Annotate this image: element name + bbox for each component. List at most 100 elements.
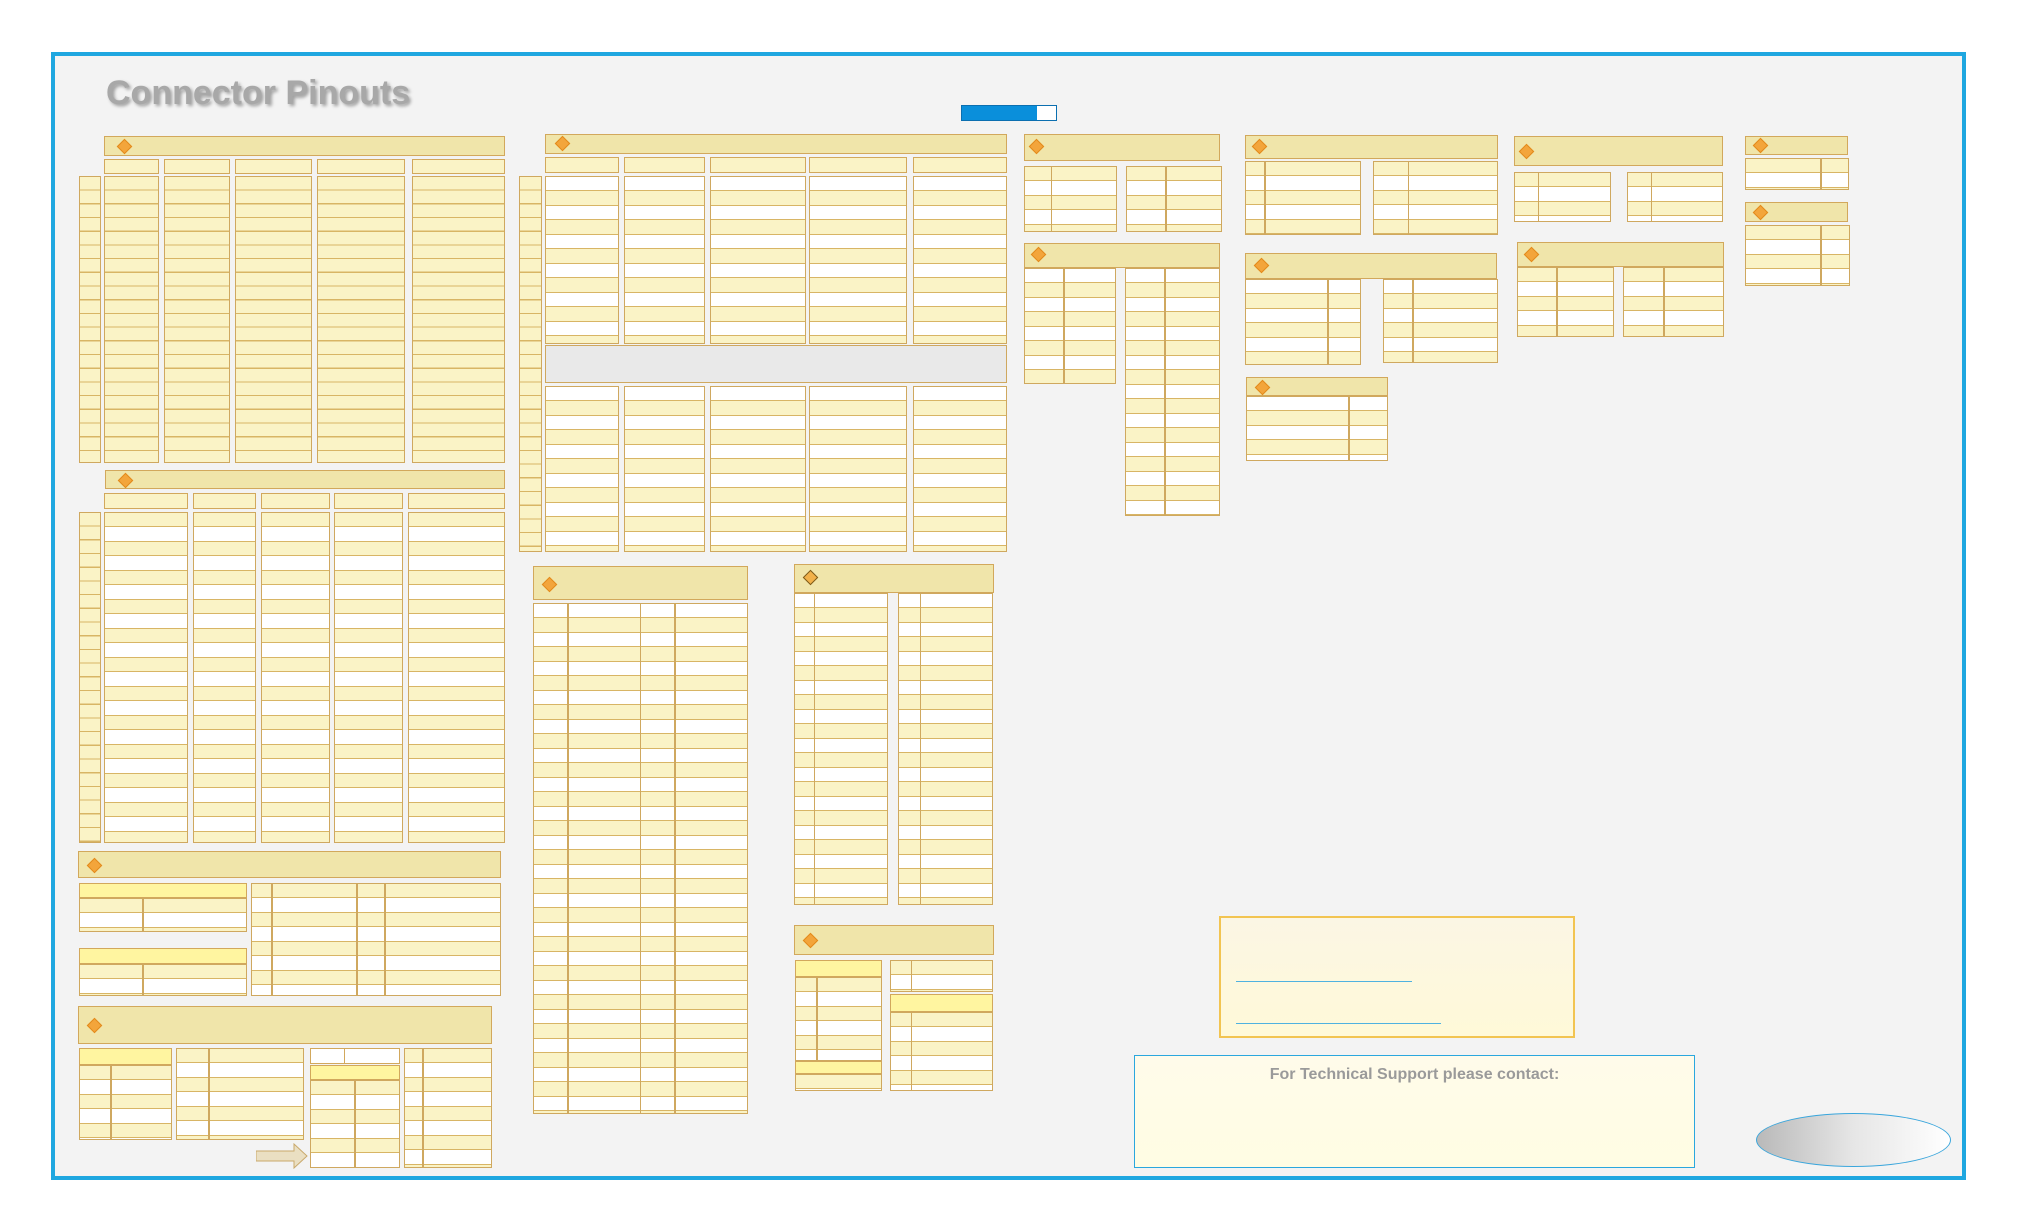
diamond-icon[interactable] (1253, 257, 1270, 274)
diamond-icon[interactable] (117, 472, 134, 489)
connector-panel-17-column-2 (111, 1065, 172, 1140)
diamond-icon[interactable] (1523, 246, 1540, 263)
connector-panel-3-column-1 (545, 386, 619, 552)
connector-panel-17-column-2 (423, 1048, 492, 1168)
support-text: For Technical Support please contact: (1269, 1066, 1560, 1083)
connector-panel-8-column-1 (1125, 268, 1165, 516)
connector-panel-17-column-1 (176, 1048, 209, 1140)
connector-panel-10-column-2 (1328, 279, 1361, 365)
action-button[interactable] (1756, 1113, 1951, 1167)
connector-panel-6-column-1 (890, 960, 912, 992)
connector-panel-15-column-1 (1745, 225, 1821, 286)
connector-panel-2-column-3 (261, 512, 330, 843)
connector-panel-1-col-header-3 (235, 159, 312, 174)
connector-panel-16-column-2 (143, 964, 247, 996)
diamond-icon[interactable] (554, 135, 571, 152)
connector-panel-13-column-3 (1623, 267, 1664, 337)
connector-panel-3-column-3 (710, 386, 806, 552)
connector-panel-11-column-1 (1246, 396, 1349, 461)
connector-panel-4-column-2 (568, 603, 641, 1114)
connector-panel-1-col-header-5 (412, 159, 505, 174)
diamond-icon[interactable] (86, 857, 103, 874)
connector-panel-6-column-1 (890, 1012, 912, 1091)
info-link-2[interactable] (1236, 1023, 1441, 1024)
connector-panel-17-highlight-1 (79, 1048, 172, 1065)
connector-panel-17-column-1 (404, 1048, 423, 1168)
connector-panel-17-cell-1 (310, 1048, 345, 1064)
connector-panel-7-column-3 (1126, 166, 1166, 232)
connector-panel-12-header (1514, 136, 1723, 166)
support-box: For Technical Support please contact: (1134, 1055, 1695, 1168)
connector-panel-5-column-4 (920, 593, 993, 905)
connector-panel-3-header (545, 134, 1007, 154)
connector-panel-2-pin-column (79, 512, 101, 843)
connector-panel-2-col-header-5 (408, 493, 505, 509)
diamond-icon[interactable] (1518, 143, 1535, 160)
connector-panel-2-column-1 (104, 512, 188, 843)
connector-panel-10-header (1245, 253, 1497, 279)
arrow-right-icon[interactable] (256, 1143, 308, 1169)
connector-panel-3-divider (545, 345, 1007, 383)
connector-panel-4-header (533, 566, 748, 600)
connector-panel-1-column-3 (235, 176, 312, 463)
diamond-icon[interactable] (1030, 246, 1047, 263)
connector-panel-9-header (1245, 135, 1498, 159)
diamond-icon[interactable] (1254, 379, 1271, 396)
connector-panel-16-column-2 (272, 883, 357, 996)
connector-panel-5-column-2 (814, 593, 888, 905)
connector-panel-15-header (1745, 202, 1848, 222)
diamond-icon[interactable] (116, 138, 133, 155)
connector-panel-16-column-2 (143, 898, 247, 932)
connector-panel-6-highlight-2 (795, 1061, 882, 1074)
connector-panel-1-col-header-4 (317, 159, 405, 174)
diamond-icon[interactable] (802, 932, 819, 949)
connector-panel-5-header (794, 564, 994, 593)
connector-panel-9-column-1 (1245, 161, 1265, 235)
diamond-icon[interactable] (1752, 204, 1769, 221)
connector-panel-9-column-2 (1265, 161, 1361, 235)
connector-panel-3-column-4 (809, 386, 907, 552)
connector-panel-4-column-3 (640, 603, 675, 1114)
diamond-icon[interactable] (1028, 138, 1045, 155)
connector-panel-14-header (1745, 136, 1848, 155)
connector-panel-2-column-5 (408, 512, 505, 843)
connector-panel-1-header (104, 136, 505, 156)
connector-panel-3-column-1 (545, 176, 619, 344)
connector-panel-7-header (1024, 134, 1220, 161)
connector-panel-9-column-4 (1408, 161, 1498, 235)
connector-panel-1-column-5 (412, 176, 505, 463)
progress-bar (961, 105, 1057, 121)
connector-panel-1-column-4 (317, 176, 405, 463)
info-link-1[interactable] (1236, 981, 1412, 982)
connector-panel-12-column-4 (1651, 172, 1723, 222)
diamond-icon[interactable] (1752, 137, 1769, 154)
connector-panel-3-col-header-4 (809, 157, 907, 173)
connector-panel-13-column-4 (1664, 267, 1724, 337)
connector-panel-17-column-1 (79, 1065, 111, 1140)
connector-panel-1-column-2 (164, 176, 230, 463)
connector-panel-14-column-1 (1745, 158, 1821, 190)
diamond-icon[interactable] (802, 569, 819, 586)
connector-panel-6-header (794, 925, 994, 955)
connector-panel-12-column-2 (1538, 172, 1611, 222)
connector-panel-11-column-2 (1349, 396, 1388, 461)
connector-panel-8-column-1 (1024, 268, 1064, 384)
connector-panel-6-footer (795, 1074, 882, 1091)
connector-panel-3-col-header-1 (545, 157, 619, 173)
connector-panel-15-column-2 (1821, 225, 1850, 286)
diamond-icon[interactable] (1251, 138, 1268, 155)
connector-panel-16-column-1 (251, 883, 272, 996)
connector-panel-8-header (1024, 243, 1220, 268)
connector-panel-16-column-1 (79, 964, 143, 996)
connector-panel-17-column-1 (310, 1080, 355, 1168)
diamond-icon[interactable] (86, 1017, 103, 1034)
connector-panel-3-column-2 (624, 176, 705, 344)
connector-panel-16-column-1 (79, 898, 143, 932)
connector-panel-8-column-2 (1165, 268, 1220, 516)
connector-panel-1-pin-column (79, 176, 101, 463)
connector-panel-17-highlight-2 (310, 1065, 400, 1080)
connector-panel-17-column-2 (209, 1048, 304, 1140)
connector-panel-6-column-2 (817, 977, 882, 1061)
connector-panel-6-column-2 (911, 960, 993, 992)
diamond-icon[interactable] (541, 576, 558, 593)
